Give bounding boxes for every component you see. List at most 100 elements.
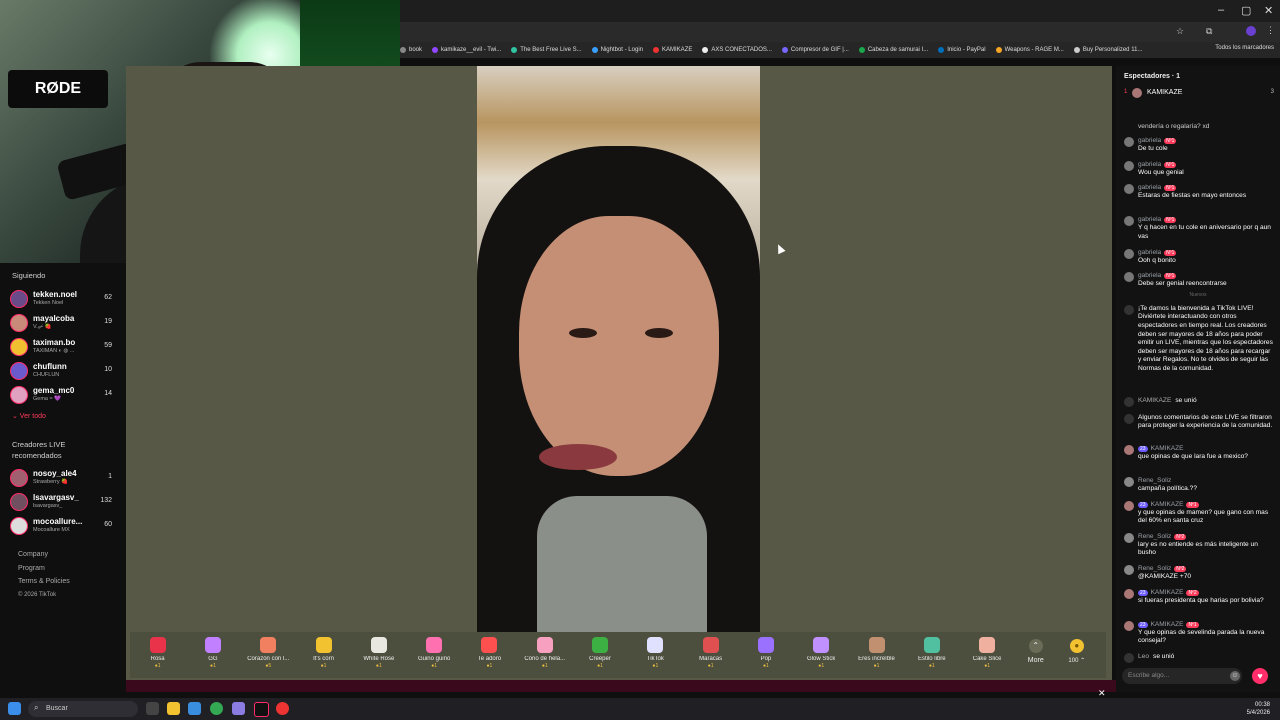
see-all-link[interactable]: ⌄ Ver todo xyxy=(12,412,46,420)
gift-item[interactable]: Pop ●1 xyxy=(738,632,793,678)
bookmark-icon xyxy=(858,47,865,53)
viewer-row[interactable]: 1 KAMIKAZE 3 xyxy=(1124,88,1274,102)
bookmark-item[interactable]: book xyxy=(400,47,422,53)
bottom-banner xyxy=(126,680,1116,692)
followed-account[interactable]: nosoy_ale4 Strawberry 🍓 1 xyxy=(10,468,120,490)
gift-item[interactable]: It's corn ●1 xyxy=(296,632,351,678)
followed-account[interactable]: tekken.noel Tekken Noel 62 xyxy=(10,289,120,311)
gift-item[interactable]: Glow Stick ●1 xyxy=(794,632,849,678)
join-notice: Leo se unió xyxy=(1124,653,1274,663)
app-icon[interactable] xyxy=(232,702,245,715)
gift-price-value: 5 xyxy=(268,663,272,669)
gift-item[interactable]: Cake Slice ●1 xyxy=(959,632,1014,678)
gift-item[interactable]: Guiño guiño ●1 xyxy=(406,632,461,678)
profile-avatar[interactable] xyxy=(1246,26,1256,36)
chat-username-text: KAMIKAZE xyxy=(1150,588,1184,596)
like-heart-button[interactable]: ♥ xyxy=(1252,668,1268,684)
gift-price-value: 1 xyxy=(987,663,990,669)
extensions-icon[interactable]: ⧉ xyxy=(1206,26,1212,37)
maximize-button[interactable]: ▢ xyxy=(1241,4,1251,17)
bookmark-item[interactable]: kamikaze__evil - Twi... xyxy=(432,47,501,53)
gift-item[interactable]: White Rose ●1 xyxy=(351,632,406,678)
gift-price: ●1 xyxy=(321,663,327,669)
bookmark-item[interactable]: Cabeza de samurai I... xyxy=(858,47,928,53)
file-explorer-icon[interactable] xyxy=(167,702,180,715)
gift-item[interactable]: GG ●1 xyxy=(185,632,240,678)
gift-item[interactable]: Corazón con l... ●5 xyxy=(241,632,296,678)
chat-username[interactable]: gabriela Nº1 xyxy=(1138,216,1177,224)
gift-icon xyxy=(370,637,387,653)
chat-username[interactable]: 23 KAMIKAZE Nº1 xyxy=(1138,621,1199,628)
live-video[interactable] xyxy=(477,66,760,632)
chat-text: Wou que genial xyxy=(1138,168,1184,176)
tiktok-icon[interactable] xyxy=(254,702,269,717)
menu-icon[interactable]: ⋮ xyxy=(1266,25,1275,36)
all-bookmarks-link[interactable]: Todos los marcadores xyxy=(1215,45,1274,51)
bookmark-item[interactable]: The Best Free Live S... xyxy=(511,47,582,53)
bookmark-item[interactable]: KAMIKAZE xyxy=(653,47,692,53)
gift-item[interactable]: TikTok ●1 xyxy=(628,632,683,678)
footer-link[interactable]: Terms & Policies xyxy=(18,578,70,585)
gift-price: ●1 xyxy=(542,663,548,669)
star-icon[interactable]: ☆ xyxy=(1176,26,1184,37)
chat-username[interactable]: gabriela Nº1 xyxy=(1138,272,1177,280)
more-gifts-button[interactable]: ⌃ More xyxy=(1015,632,1057,678)
gift-item[interactable]: Eres increíble ●1 xyxy=(849,632,904,678)
bookmark-icon xyxy=(511,47,518,53)
rank-badge: Nº1 xyxy=(1164,273,1177,280)
join-username[interactable]: Leo xyxy=(1138,653,1149,660)
chat-username[interactable]: gabriela Nº1 xyxy=(1138,249,1177,256)
coin-icon: ● xyxy=(1069,639,1084,653)
taskbar-clock[interactable]: 00:38 5/4/2026 xyxy=(1247,701,1270,717)
bookmark-item[interactable]: Weapons - RAGE M... xyxy=(995,47,1064,53)
followed-account[interactable]: gema_mc0 Gema ≈ 💜 14 xyxy=(10,385,120,407)
viewer-count: 14 xyxy=(104,390,112,397)
store-icon[interactable] xyxy=(188,702,201,715)
chat-username[interactable]: Rene_Soliz Nº2 xyxy=(1138,533,1187,540)
followed-account[interactable]: mocoallure... Mocoallure MX 60 xyxy=(10,516,120,538)
emoji-icon[interactable]: ☺ xyxy=(1230,671,1240,681)
chat-username[interactable]: Rene_Soliz Nº2 xyxy=(1138,565,1187,572)
chat-username[interactable]: 23 KAMIKAZE Nº1 xyxy=(1138,501,1199,508)
taskbar-search[interactable]: Buscar xyxy=(28,701,138,717)
windows-start-icon[interactable] xyxy=(8,702,21,715)
followed-account[interactable]: chuflunn CHUFLUN 10 xyxy=(10,361,120,383)
chat-input[interactable]: Escribe algo... xyxy=(1122,668,1242,684)
join-username[interactable]: KAMIKAZE xyxy=(1138,397,1171,404)
gift-item[interactable]: Cono de hela... ●1 xyxy=(517,632,572,678)
bookmark-item[interactable]: Inicio - PayPal xyxy=(938,47,986,53)
gift-price-value: 1 xyxy=(213,663,216,669)
chat-username[interactable]: 23 KAMIKAZE xyxy=(1138,445,1183,452)
chat-username[interactable]: gabriela Nº1 xyxy=(1138,137,1177,144)
bookmark-item[interactable]: Buy Personalized 11... xyxy=(1073,47,1142,53)
gift-item[interactable]: Rosa ●1 xyxy=(130,632,185,678)
obs-icon[interactable] xyxy=(276,702,289,715)
close-button[interactable]: ✕ xyxy=(1264,4,1273,17)
bookmark-item[interactable]: Compresor de GIF |... xyxy=(781,47,849,53)
chat-username[interactable]: gabriela Nº1 xyxy=(1138,184,1177,192)
gift-icon xyxy=(979,637,996,653)
left-sidebar: Siguiendo tekken.noel Tekken Noel 62 mayalc… xyxy=(0,263,126,700)
avatar xyxy=(1124,444,1134,455)
bookmark-item[interactable]: AXS CONECTADOS... xyxy=(702,47,772,53)
gift-item[interactable]: Te adoro ●1 xyxy=(462,632,517,678)
chrome-icon[interactable] xyxy=(210,702,223,715)
coins-button[interactable]: ● 100 ⌃ xyxy=(1057,632,1097,678)
footer-link[interactable]: Program xyxy=(18,565,45,572)
chat-username[interactable]: gabriela Nº1 xyxy=(1138,161,1177,168)
minimize-button[interactable]: – xyxy=(1218,4,1224,16)
followed-account[interactable]: taximan.bo TAXIMAN ◐ ◍ ... 59 xyxy=(10,337,120,359)
followed-account[interactable]: mayalcoba V.ₐ⌿ 🍓 19 xyxy=(10,313,120,335)
gift-item[interactable]: Estilo libre ●1 xyxy=(904,632,959,678)
gift-label: Pop xyxy=(760,656,772,662)
gift-item[interactable]: Creeper ●1 xyxy=(572,632,627,678)
task-view-icon[interactable] xyxy=(146,702,159,715)
gift-item[interactable]: Maracas ●1 xyxy=(683,632,738,678)
address-bar[interactable]: ☆ ⧉ ⋮ xyxy=(400,22,1280,42)
gift-bar: Rosa ●1 GG ●1 Corazón con l... ●5 It's corn ●1 W… xyxy=(130,632,1106,678)
footer-link[interactable]: Company xyxy=(18,551,48,558)
chat-username[interactable]: Rene_Soliz xyxy=(1138,477,1171,484)
bookmark-item[interactable]: Nightbot - Login xyxy=(591,47,643,53)
chat-username[interactable]: 23 KAMIKAZE Nº2 xyxy=(1138,589,1199,596)
followed-account[interactable]: lsavargasv_ lsavargasv_ 132 xyxy=(10,492,120,514)
